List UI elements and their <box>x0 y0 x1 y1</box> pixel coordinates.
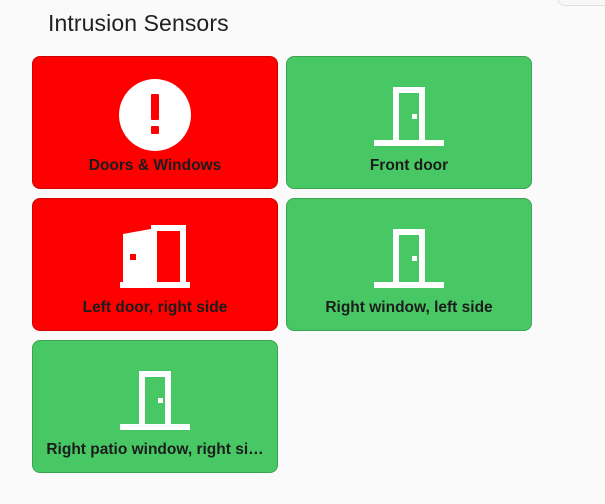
tile-right-patio-window-right-side[interactable]: Right patio window, right si… <box>32 340 278 473</box>
door-closed-icon <box>372 220 446 294</box>
tile-left-door-right-side[interactable]: Left door, right side <box>32 198 278 331</box>
door-open-icon <box>118 220 192 294</box>
door-closed-icon <box>372 78 446 152</box>
sensor-grid: Doors & Windows Front door Left door, ri… <box>32 56 532 473</box>
corner-decoration <box>557 0 605 6</box>
tile-front-door[interactable]: Front door <box>286 56 532 189</box>
tile-right-window-left-side[interactable]: Right window, left side <box>286 198 532 331</box>
tile-label: Front door <box>369 157 449 174</box>
tile-label: Right patio window, right si… <box>46 441 264 458</box>
door-closed-icon <box>118 362 192 436</box>
tile-label: Doors & Windows <box>88 157 222 174</box>
tile-label: Left door, right side <box>82 299 228 316</box>
tile-label: Right window, left side <box>325 299 493 316</box>
section-title: Intrusion Sensors <box>48 10 229 36</box>
tile-doors-windows[interactable]: Doors & Windows <box>32 56 278 189</box>
alert-circle-icon <box>118 78 192 152</box>
